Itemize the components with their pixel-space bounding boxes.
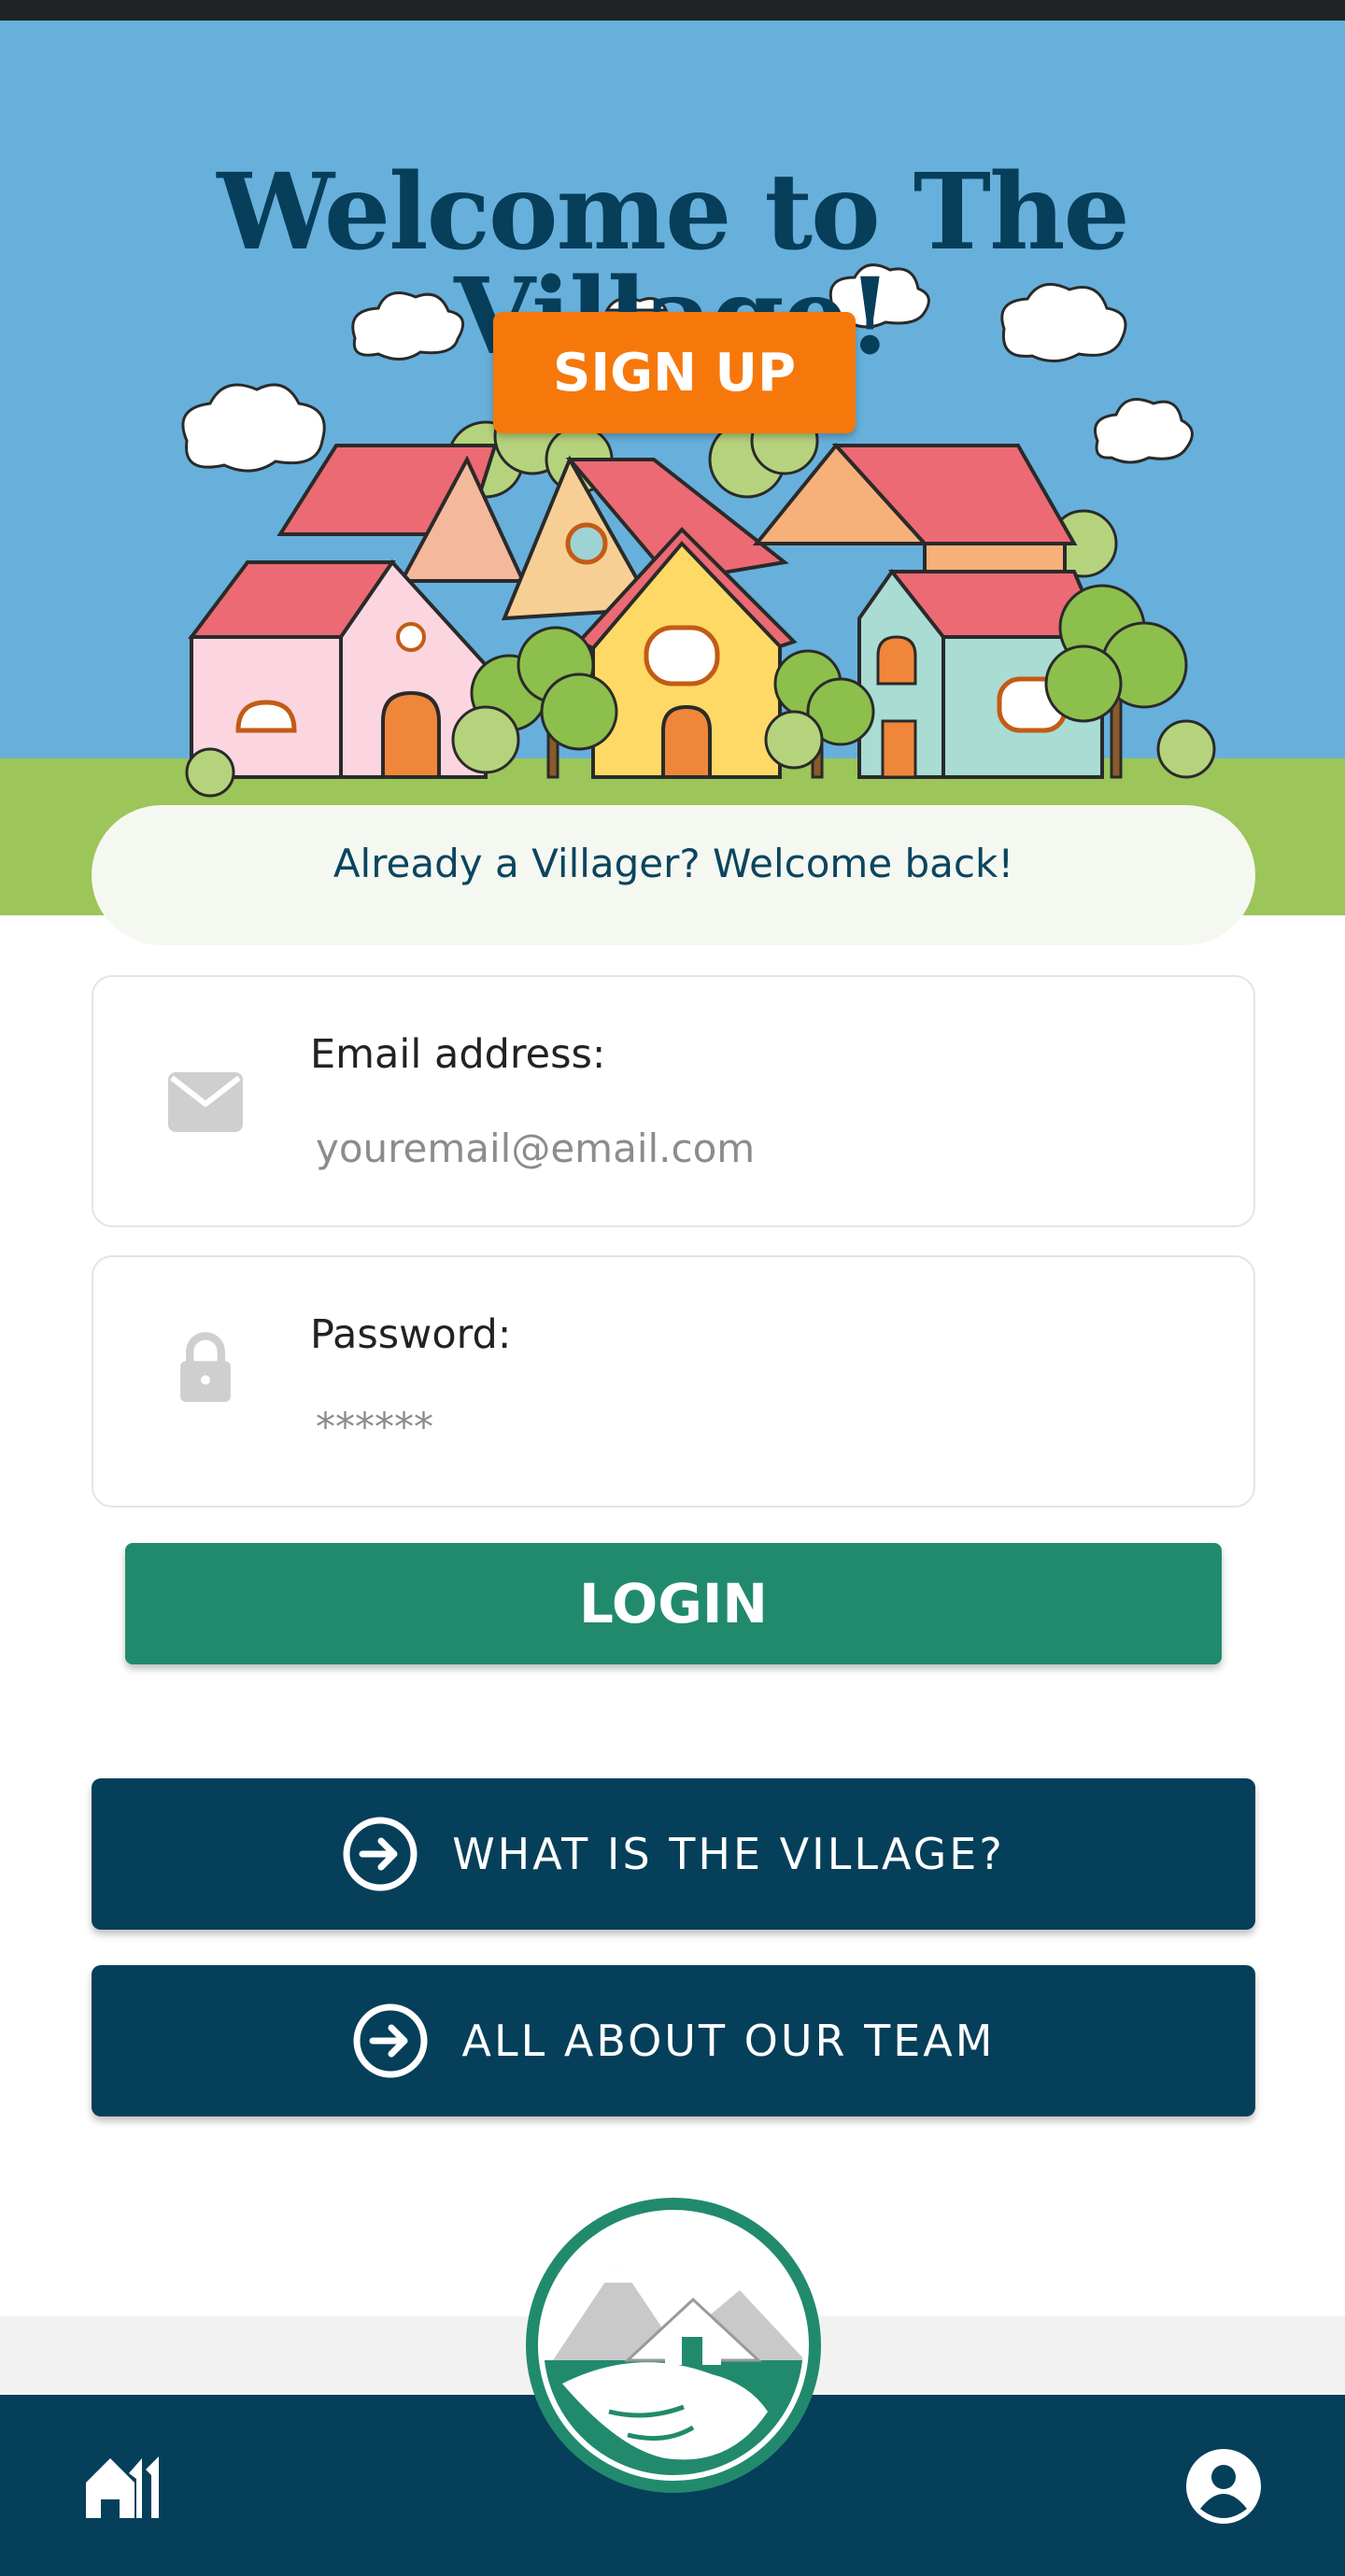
password-field-card[interactable]: Password:	[92, 1255, 1255, 1507]
returning-user-text: Already a Villager? Welcome back!	[333, 841, 1014, 886]
village-logo[interactable]	[525, 2197, 822, 2494]
profile-icon[interactable]	[1184, 2447, 1263, 2526]
circle-arrow-right-icon	[353, 2003, 428, 2078]
lock-icon	[180, 1332, 231, 1402]
password-input[interactable]	[310, 1395, 1151, 1457]
email-input[interactable]	[310, 1117, 1151, 1179]
signup-button[interactable]: SIGN UP	[493, 312, 856, 433]
email-label: Email address:	[310, 1031, 606, 1078]
mail-icon	[168, 1072, 243, 1132]
circle-arrow-right-icon	[343, 1817, 418, 1891]
home-icon[interactable]	[82, 2455, 164, 2520]
hero-banner: Welcome to The Village!	[0, 21, 1345, 915]
login-button[interactable]: LOGIN	[125, 1543, 1222, 1664]
about-our-team-button[interactable]: ALL ABOUT OUR TEAM	[92, 1965, 1255, 2116]
email-field-card[interactable]: Email address:	[92, 975, 1255, 1227]
password-label: Password:	[310, 1311, 512, 1358]
what-is-the-village-button[interactable]: WHAT IS THE VILLAGE?	[92, 1778, 1255, 1930]
what-is-the-village-label: WHAT IS THE VILLAGE?	[452, 1829, 1005, 1879]
status-bar	[0, 0, 1345, 21]
about-our-team-label: ALL ABOUT OUR TEAM	[461, 2016, 996, 2066]
